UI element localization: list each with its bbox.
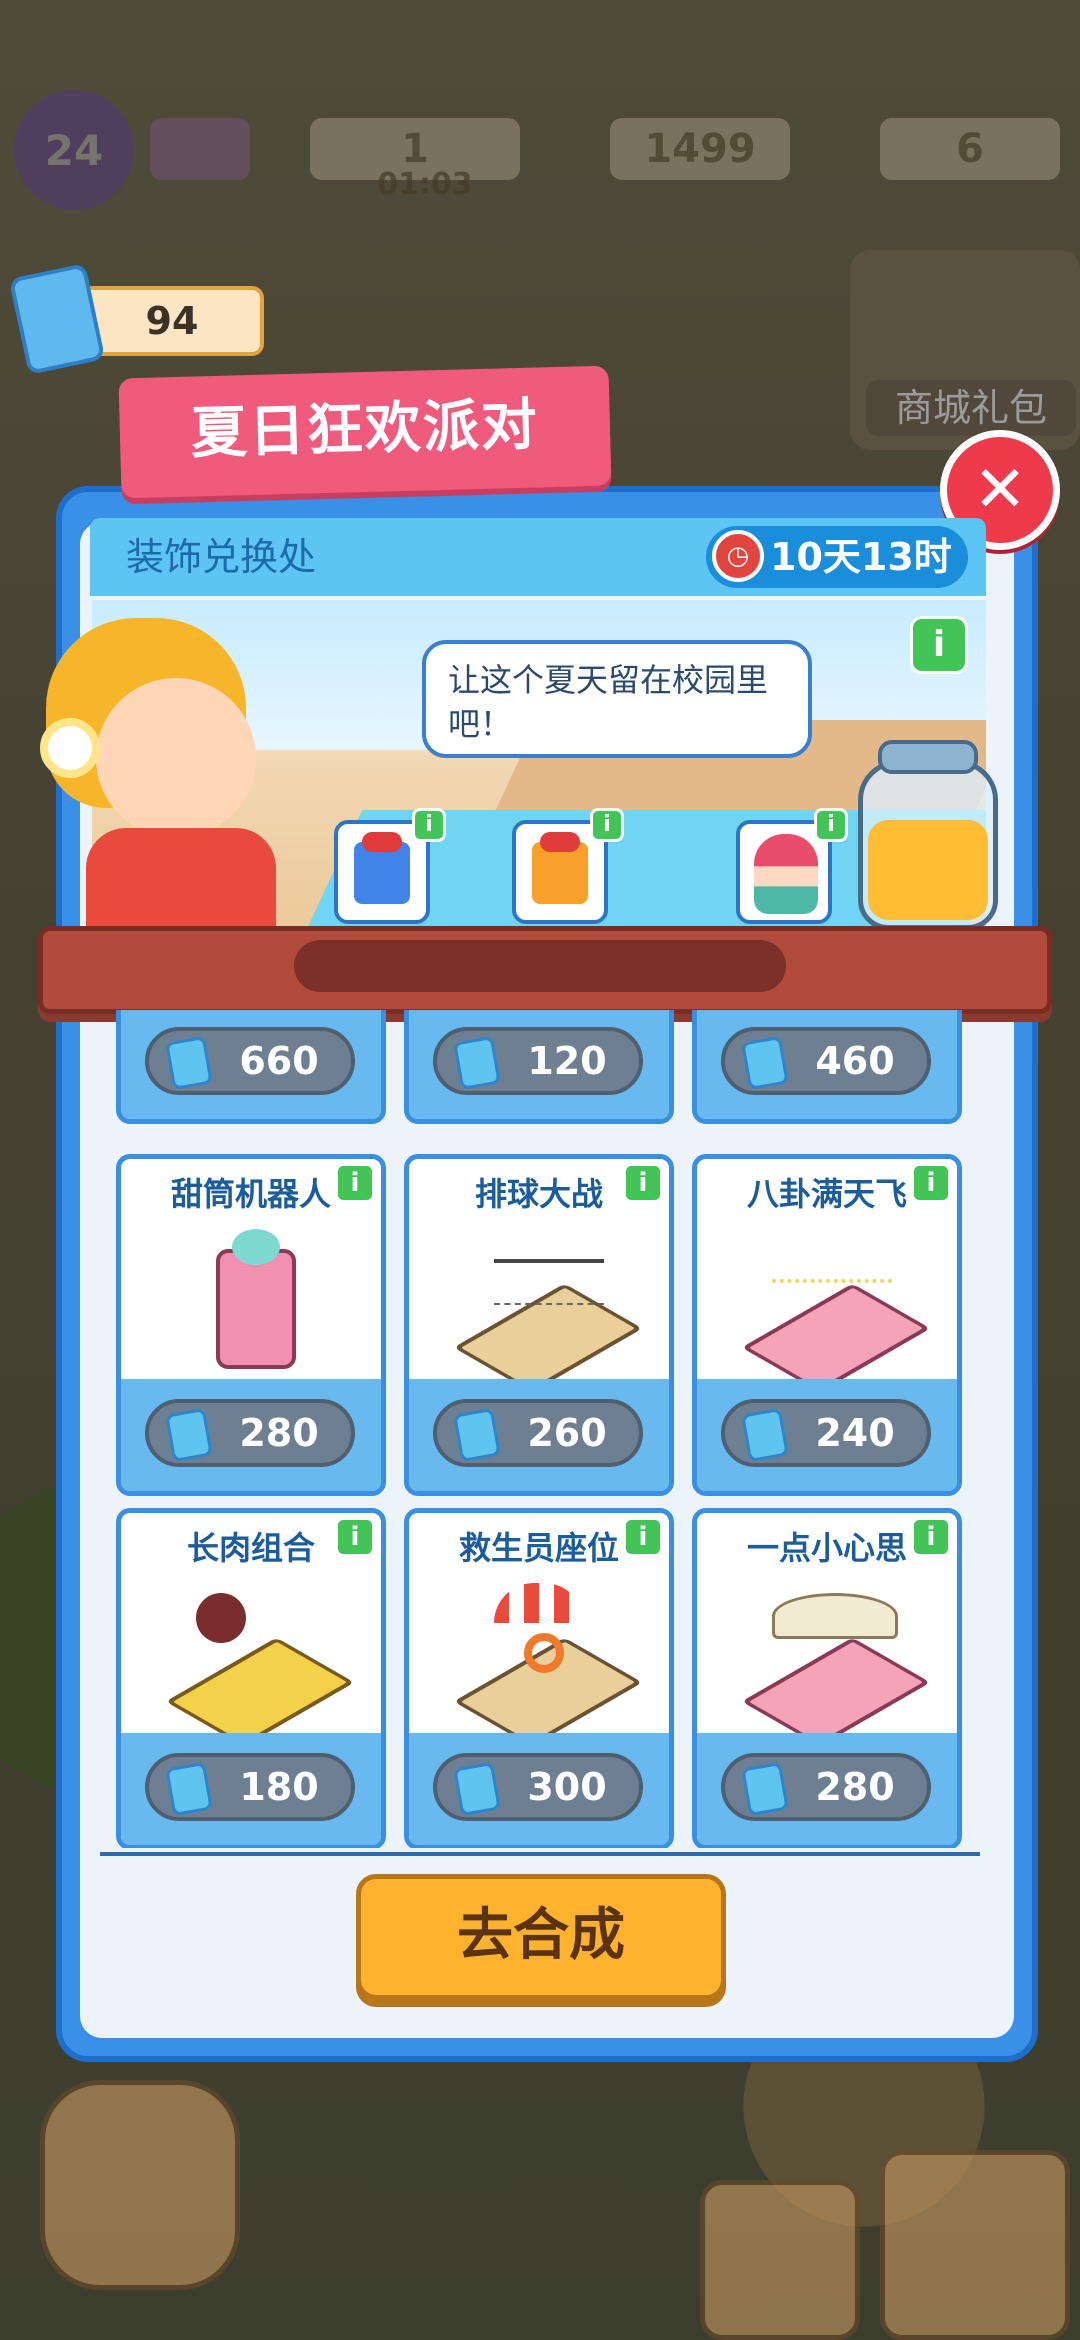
volleyball-court-icon: [453, 1229, 643, 1393]
bg-balloon-button: [700, 2180, 860, 2340]
item-card-bbq[interactable]: 长肉组合 180 i: [116, 1508, 386, 1848]
close-icon: ✕: [973, 453, 1027, 527]
info-icon[interactable]: i: [412, 808, 446, 842]
item-card[interactable]: 660: [116, 1010, 386, 1124]
grid-divider: [100, 1852, 980, 1856]
cabana-icon: [741, 1583, 931, 1747]
price-button[interactable]: 180: [145, 1753, 355, 1821]
item-card[interactable]: 120: [404, 1010, 674, 1124]
item-card-gossip[interactable]: 八卦满天飞 240 i: [692, 1154, 962, 1496]
price-button[interactable]: 120: [433, 1027, 643, 1095]
price-value: 240: [815, 1411, 895, 1455]
price-button[interactable]: 660: [145, 1027, 355, 1095]
host-character: [36, 618, 316, 938]
section-title: 装饰兑换处: [126, 535, 317, 579]
gift-bow: [362, 832, 402, 852]
shelf-slot: [294, 940, 786, 992]
character-face: [96, 678, 256, 838]
ticket-icon: [741, 1035, 789, 1091]
info-icon[interactable]: i: [623, 1163, 663, 1203]
price-button[interactable]: 280: [145, 1399, 355, 1467]
price-value: 660: [239, 1039, 319, 1083]
item-card-cone-robot[interactable]: 甜筒机器人 280 i: [116, 1154, 386, 1496]
info-icon[interactable]: i: [910, 616, 968, 674]
item-card-lifeguard[interactable]: 救生员座位 300 i: [404, 1508, 674, 1848]
ticket-balance: 94: [80, 286, 264, 356]
flower-icon: [40, 718, 100, 778]
bbq-table-icon: [165, 1583, 355, 1747]
gift-bow: [540, 832, 580, 852]
price-button[interactable]: 460: [721, 1027, 931, 1095]
info-icon[interactable]: i: [590, 808, 624, 842]
item-card[interactable]: 460: [692, 1010, 962, 1124]
clock-icon: ◷: [712, 530, 764, 582]
ticket-icon: [453, 1407, 501, 1463]
item-card-volleyball[interactable]: 排球大战 260 i: [404, 1154, 674, 1496]
bg-task-button: [880, 2150, 1070, 2340]
ticket-icon: [165, 1761, 213, 1817]
ticket-icon: [165, 1035, 213, 1091]
price-button[interactable]: 280: [721, 1753, 931, 1821]
item-grid[interactable]: 660 120 460 甜筒机器人 280 i 排球大战 260 i 八卦满天飞: [92, 1010, 986, 1848]
price-value: 280: [815, 1765, 895, 1809]
mermaid-icon: [754, 834, 818, 914]
info-icon[interactable]: i: [335, 1163, 375, 1203]
event-timer-text: 10天13时: [770, 535, 952, 579]
price-value: 180: [239, 1765, 319, 1809]
event-title: 夏日狂欢派对: [190, 392, 540, 467]
price-button[interactable]: 300: [433, 1753, 643, 1821]
item-card-little-thought[interactable]: 一点小心思 280 i: [692, 1508, 962, 1848]
ticket-icon: [453, 1035, 501, 1091]
price-button[interactable]: 240: [721, 1399, 931, 1467]
price-value: 300: [527, 1765, 607, 1809]
jar-juice: [868, 820, 988, 920]
ticket-icon: [165, 1407, 213, 1463]
go-merge-button[interactable]: 去合成: [356, 1874, 726, 2000]
cone-robot-icon: [176, 1229, 336, 1379]
info-icon[interactable]: i: [335, 1517, 375, 1557]
bg-menu-button: [40, 2080, 240, 2290]
price-button[interactable]: 260: [433, 1399, 643, 1467]
event-title-ribbon: 夏日狂欢派对: [118, 365, 612, 499]
price-value: 460: [815, 1039, 895, 1083]
ticket-balance-value: 94: [145, 299, 199, 343]
speech-bubble: 让这个夏天留在校园里吧！: [422, 640, 812, 758]
ticket-icon: [453, 1761, 501, 1817]
ticket-icon: [741, 1761, 789, 1817]
price-value: 120: [527, 1039, 607, 1083]
ticket-icon: [741, 1407, 789, 1463]
price-value: 280: [239, 1411, 319, 1455]
info-icon[interactable]: i: [911, 1517, 951, 1557]
info-icon[interactable]: i: [911, 1163, 951, 1203]
character-shirt: [86, 828, 276, 938]
price-value: 260: [527, 1411, 607, 1455]
jar-lid: [878, 740, 978, 774]
lemonade-jar-icon: [858, 730, 998, 930]
info-icon[interactable]: i: [814, 808, 848, 842]
lifeguard-chair-icon: [453, 1583, 643, 1747]
picnic-lights-icon: [741, 1229, 931, 1393]
info-icon[interactable]: i: [623, 1517, 663, 1557]
